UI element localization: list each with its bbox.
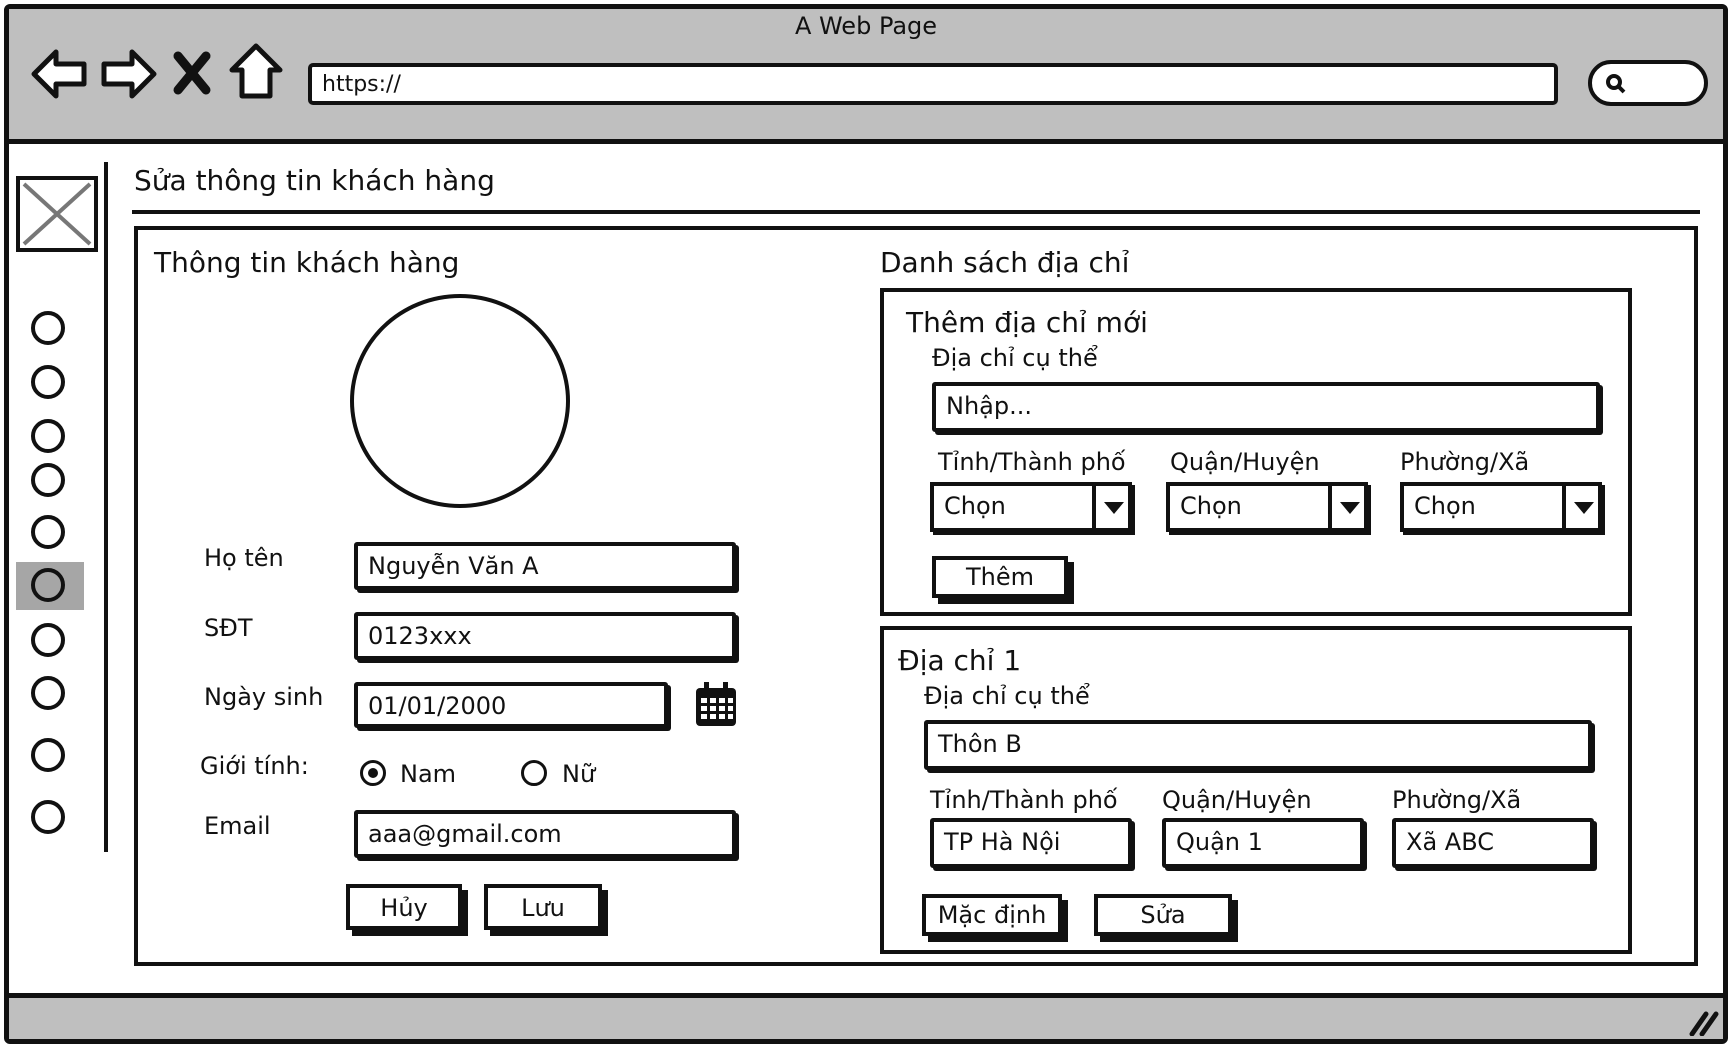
name-label: Họ tên	[204, 544, 284, 572]
phone-field[interactable]: 0123xxx	[354, 612, 736, 660]
title-divider	[132, 210, 1700, 214]
sidebar-item-2[interactable]	[31, 365, 65, 399]
dob-field[interactable]: 01/01/2000	[354, 682, 668, 728]
name-field[interactable]: Nguyễn Văn A	[354, 542, 736, 590]
new-ward-label: Phường/Xã	[1400, 448, 1530, 476]
new-address-detail-input[interactable]: Nhập...	[932, 382, 1600, 432]
logo-placeholder-image	[16, 176, 98, 252]
new-province-select[interactable]: Chọn	[930, 482, 1132, 532]
browser-statusbar	[9, 993, 1723, 1039]
url-bar[interactable]: https://	[308, 63, 1558, 105]
address-1-detail-field[interactable]: Thôn B	[924, 720, 1592, 770]
gender-female-label: Nữ	[562, 760, 596, 788]
customer-section-title: Thông tin khách hàng	[154, 246, 460, 279]
address-1-ward-label: Phường/Xã	[1392, 786, 1522, 814]
gender-male-radio[interactable]	[360, 760, 386, 786]
sidebar-item-5[interactable]	[31, 515, 65, 549]
search-icon	[1606, 74, 1626, 94]
calendar-icon[interactable]	[694, 682, 738, 728]
address-1-detail-label: Địa chỉ cụ thể	[924, 682, 1090, 710]
address-1-title: Địa chỉ 1	[898, 644, 1022, 677]
forward-icon[interactable]	[96, 42, 160, 106]
window-title: A Web Page	[794, 12, 938, 40]
sidebar-item-6[interactable]	[31, 568, 65, 602]
email-field[interactable]: aaa@gmail.com	[354, 810, 736, 858]
sidebar-item-3[interactable]	[31, 419, 65, 453]
sidebar-divider	[104, 162, 108, 852]
chevron-down-icon	[1328, 486, 1364, 528]
set-default-button[interactable]: Mặc định	[922, 894, 1062, 936]
dob-label: Ngày sinh	[204, 683, 324, 711]
gender-female-radio[interactable]	[521, 760, 547, 786]
close-icon[interactable]	[170, 42, 214, 106]
address-1-province-label: Tỉnh/Thành phố	[930, 786, 1118, 814]
chevron-down-icon	[1092, 486, 1128, 528]
dob-value: 01/01/2000	[368, 692, 507, 720]
add-address-button[interactable]: Thêm	[932, 556, 1068, 598]
new-province-value: Chọn	[944, 492, 1006, 520]
sidebar-item-4[interactable]	[31, 463, 65, 497]
phone-label: SĐT	[204, 614, 253, 642]
address-1-ward-value: Xã ABC	[1406, 828, 1494, 856]
address-1-detail-value: Thôn B	[938, 730, 1022, 758]
resize-grip-icon[interactable]	[1688, 1008, 1720, 1036]
avatar[interactable]	[350, 294, 570, 508]
email-value: aaa@gmail.com	[368, 820, 562, 848]
sidebar-item-7[interactable]	[31, 623, 65, 657]
radio-selected-dot	[368, 768, 378, 778]
phone-value: 0123xxx	[368, 622, 472, 650]
email-label: Email	[204, 812, 271, 840]
name-value: Nguyễn Văn A	[368, 552, 539, 580]
new-district-select[interactable]: Chọn	[1166, 482, 1368, 532]
cancel-button[interactable]: Hủy	[346, 884, 462, 930]
new-address-detail-placeholder: Nhập...	[946, 392, 1032, 420]
chevron-down-icon	[1562, 486, 1598, 528]
gender-label: Giới tính:	[200, 752, 309, 780]
new-ward-value: Chọn	[1414, 492, 1476, 520]
new-address-title: Thêm địa chỉ mới	[906, 306, 1148, 339]
new-province-label: Tỉnh/Thành phố	[938, 448, 1126, 476]
address-1-province-value: TP Hà Nội	[944, 828, 1061, 856]
sidebar-item-10[interactable]	[31, 800, 65, 834]
sidebar-item-1[interactable]	[31, 311, 65, 345]
home-icon[interactable]	[228, 40, 284, 104]
address-section-title: Danh sách địa chỉ	[880, 246, 1130, 279]
new-district-label: Quận/Huyện	[1170, 448, 1320, 476]
page-title: Sửa thông tin khách hàng	[134, 164, 495, 197]
image-placeholder-icon	[22, 182, 92, 246]
edit-address-button[interactable]: Sửa	[1094, 894, 1232, 936]
address-1-district-value: Quận 1	[1176, 828, 1263, 856]
save-button[interactable]: Lưu	[484, 884, 602, 930]
url-text: https://	[322, 72, 401, 97]
address-1-district-field[interactable]: Quận 1	[1162, 818, 1364, 868]
address-1-ward-field[interactable]: Xã ABC	[1392, 818, 1594, 868]
sidebar-item-9[interactable]	[31, 738, 65, 772]
new-district-value: Chọn	[1180, 492, 1242, 520]
back-icon[interactable]	[28, 42, 92, 106]
new-address-detail-label: Địa chỉ cụ thể	[932, 344, 1098, 372]
sidebar-item-8[interactable]	[31, 676, 65, 710]
gender-male-label: Nam	[400, 760, 457, 788]
new-ward-select[interactable]: Chọn	[1400, 482, 1602, 532]
address-1-province-field[interactable]: TP Hà Nội	[930, 818, 1132, 868]
address-1-district-label: Quận/Huyện	[1162, 786, 1312, 814]
browser-search-field[interactable]	[1588, 60, 1708, 106]
